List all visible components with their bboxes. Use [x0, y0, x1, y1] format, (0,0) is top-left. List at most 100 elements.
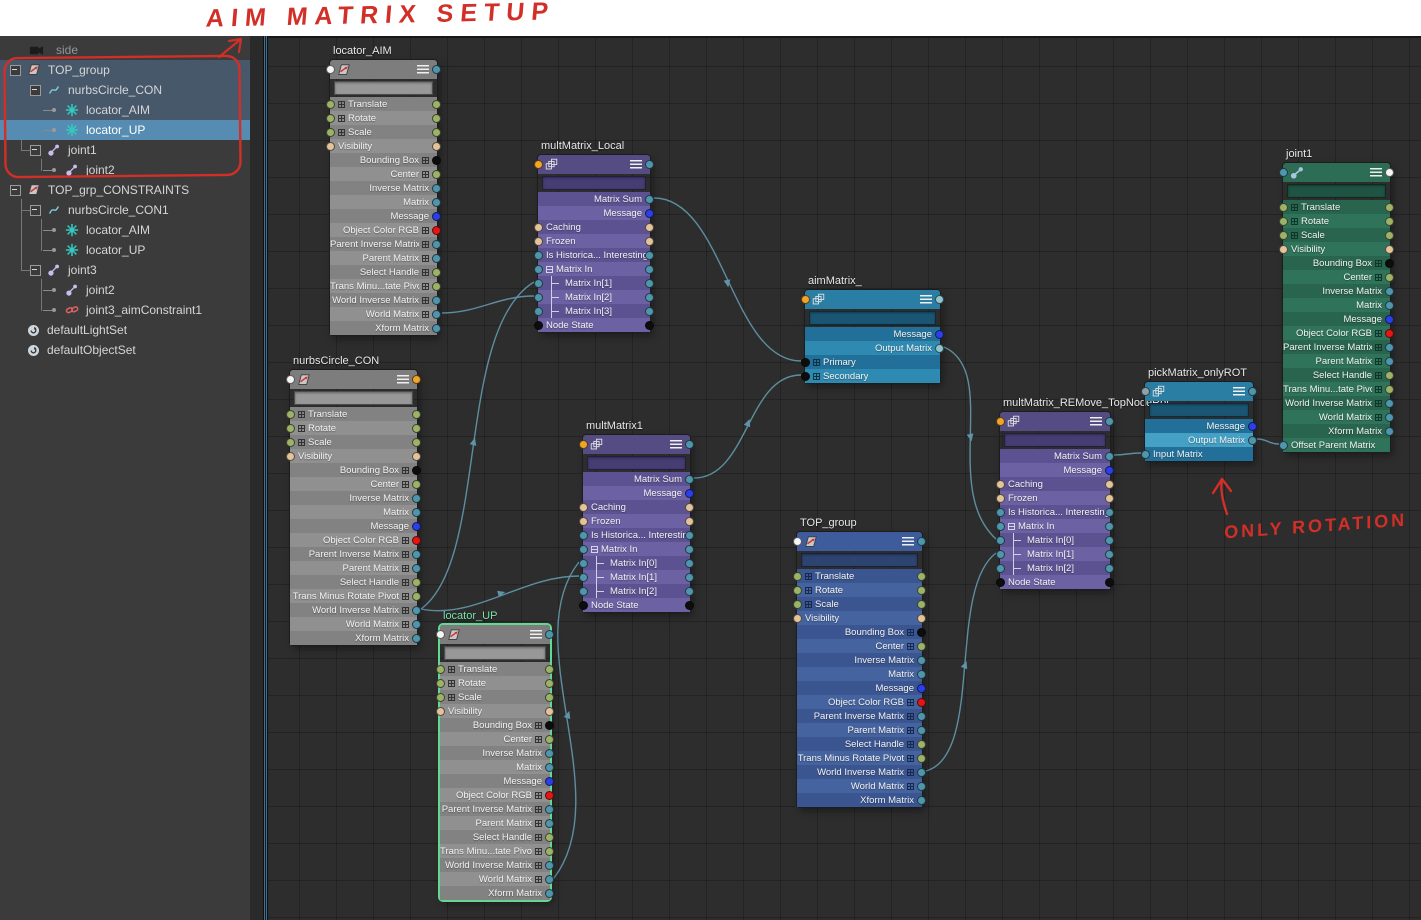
input-port[interactable] — [534, 321, 543, 330]
output-port[interactable] — [645, 160, 654, 169]
input-port[interactable] — [793, 600, 802, 609]
expand-icon[interactable] — [402, 537, 409, 544]
input-port[interactable] — [579, 587, 588, 596]
expand-icon[interactable] — [402, 621, 409, 628]
graph-node-nurbsCircle_CON[interactable]: nurbsCircle_CONTranslateRotateScaleVisib… — [290, 370, 417, 645]
input-port[interactable] — [579, 545, 588, 554]
input-port[interactable] — [436, 630, 445, 639]
output-port[interactable] — [545, 735, 554, 744]
output-port[interactable] — [1105, 522, 1114, 531]
output-port[interactable] — [917, 698, 926, 707]
input-port[interactable] — [579, 531, 588, 540]
input-port[interactable] — [1279, 168, 1288, 177]
node-name-field[interactable] — [294, 391, 413, 405]
output-port[interactable] — [1385, 427, 1394, 436]
node-menu-icon[interactable] — [902, 537, 914, 546]
output-port[interactable] — [645, 251, 654, 260]
output-port[interactable] — [412, 452, 421, 461]
expand-icon[interactable] — [1291, 232, 1298, 239]
expand-icon[interactable] — [1375, 414, 1382, 421]
input-port[interactable] — [534, 307, 543, 316]
output-port[interactable] — [1385, 399, 1394, 408]
output-port[interactable] — [685, 559, 694, 568]
output-port[interactable] — [545, 819, 554, 828]
input-port[interactable] — [793, 614, 802, 623]
expand-icon[interactable] — [907, 769, 914, 776]
expand-icon[interactable] — [535, 862, 542, 869]
output-port[interactable] — [412, 375, 421, 384]
input-port[interactable] — [534, 279, 543, 288]
node-name-field[interactable] — [542, 176, 646, 190]
expand-icon[interactable] — [422, 255, 429, 262]
output-port[interactable] — [917, 656, 926, 665]
input-port[interactable] — [326, 65, 335, 74]
output-port[interactable] — [1385, 245, 1394, 254]
output-port[interactable] — [917, 684, 926, 693]
expand-icon[interactable] — [422, 241, 429, 248]
output-port[interactable] — [645, 265, 654, 274]
output-port[interactable] — [917, 586, 926, 595]
output-port[interactable] — [1385, 287, 1394, 296]
expand-icon[interactable] — [535, 834, 542, 841]
output-port[interactable] — [432, 254, 441, 263]
expand-icon[interactable] — [1291, 204, 1298, 211]
expand-icon[interactable] — [402, 607, 409, 614]
output-port[interactable] — [1385, 413, 1394, 422]
outliner-item-TOP_grp_CONSTRAINTS[interactable]: TOP_grp_CONSTRAINTS — [0, 180, 250, 200]
output-port[interactable] — [1105, 466, 1114, 475]
node-menu-icon[interactable] — [1370, 168, 1382, 177]
output-port[interactable] — [645, 307, 654, 316]
expand-icon[interactable] — [907, 727, 914, 734]
output-port[interactable] — [1105, 564, 1114, 573]
input-port[interactable] — [286, 438, 295, 447]
output-port[interactable] — [1385, 301, 1394, 310]
outliner-item-joint2[interactable]: joint2 — [0, 280, 250, 300]
graph-node-multMatrix_REMove_TopNodeRot[interactable]: multMatrix_REMove_TopNodeRotMatrix SumMe… — [1000, 412, 1110, 589]
input-port[interactable] — [801, 372, 810, 381]
outliner-item-defaultLightSet[interactable]: defaultLightSet — [0, 320, 250, 340]
output-port[interactable] — [545, 847, 554, 856]
output-port[interactable] — [432, 310, 441, 319]
output-port[interactable] — [935, 344, 944, 353]
graph-node-locator_AIM[interactable]: locator_AIMTranslateRotateScaleVisibilit… — [330, 60, 437, 335]
input-port[interactable] — [996, 508, 1005, 517]
output-port[interactable] — [685, 573, 694, 582]
node-name-field[interactable] — [809, 311, 936, 325]
expand-icon[interactable] — [1375, 274, 1382, 281]
input-port[interactable] — [579, 517, 588, 526]
node-menu-icon[interactable] — [397, 375, 409, 384]
input-port[interactable] — [1279, 245, 1288, 254]
input-port[interactable] — [793, 572, 802, 581]
expand-icon[interactable] — [907, 755, 914, 762]
expand-icon[interactable] — [813, 359, 820, 366]
output-port[interactable] — [1385, 259, 1394, 268]
graph-node-joint1[interactable]: joint1TranslateRotateScaleVisibilityBoun… — [1283, 163, 1390, 452]
output-port[interactable] — [917, 600, 926, 609]
input-port[interactable] — [996, 536, 1005, 545]
outliner-item-TOP_group[interactable]: TOP_group — [0, 60, 250, 80]
expand-icon[interactable] — [298, 425, 305, 432]
output-port[interactable] — [412, 480, 421, 489]
output-port[interactable] — [685, 489, 694, 498]
outliner-item-nurbsCircle_CON[interactable]: nurbsCircle_CON — [0, 80, 250, 100]
expand-collapse-icon[interactable] — [30, 205, 41, 216]
expand-icon[interactable] — [535, 722, 542, 729]
expand-icon[interactable] — [1375, 260, 1382, 267]
outliner-item-locator_AIM[interactable]: locator_AIM — [0, 220, 250, 240]
output-port[interactable] — [1385, 329, 1394, 338]
node-name-field[interactable] — [801, 553, 918, 567]
expand-icon[interactable] — [1291, 218, 1298, 225]
graph-node-locator_UP[interactable]: locator_UPTranslateRotateScaleVisibility… — [440, 625, 550, 900]
input-port[interactable] — [436, 679, 445, 688]
output-port[interactable] — [685, 587, 694, 596]
node-name-field[interactable] — [444, 646, 546, 660]
output-port[interactable] — [412, 592, 421, 601]
output-port[interactable] — [545, 630, 554, 639]
expand-icon[interactable] — [448, 680, 455, 687]
outliner-item-joint3[interactable]: joint3 — [0, 260, 250, 280]
output-port[interactable] — [917, 782, 926, 791]
node-menu-icon[interactable] — [630, 160, 642, 169]
input-port[interactable] — [436, 665, 445, 674]
input-port[interactable] — [1279, 203, 1288, 212]
output-port[interactable] — [1248, 436, 1257, 445]
